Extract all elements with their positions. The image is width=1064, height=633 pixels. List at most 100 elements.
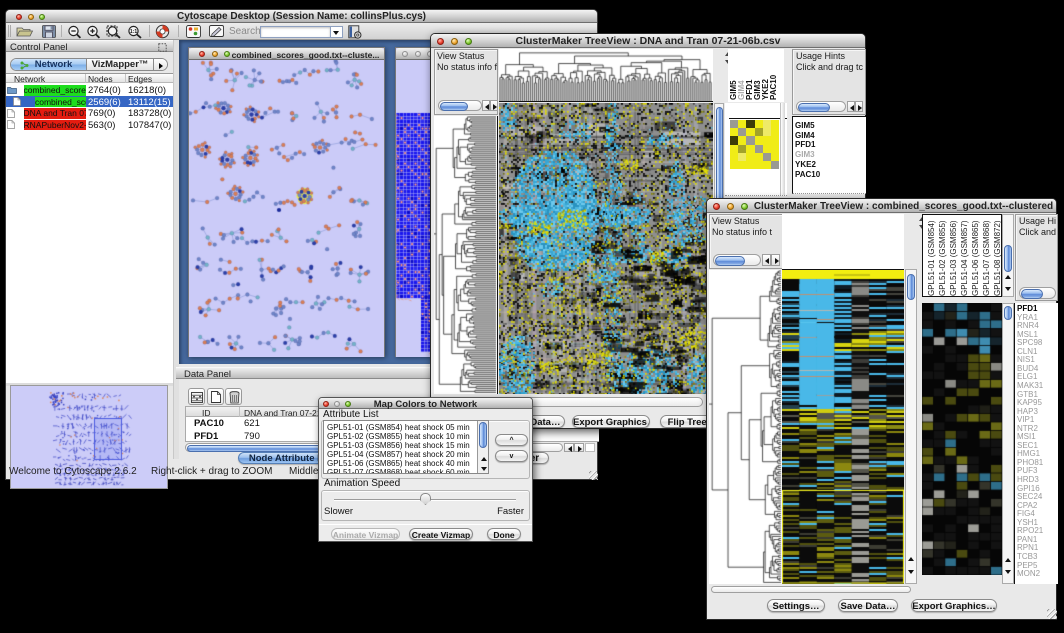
- treeview1-row-dendrogram[interactable]: [434, 116, 498, 394]
- scroll-right-button[interactable]: [855, 101, 863, 112]
- search-dropdown[interactable]: [331, 26, 343, 38]
- frame2-close-button[interactable]: [402, 51, 408, 57]
- scroll-right-button[interactable]: [771, 254, 780, 266]
- new-attribute-icon-button[interactable]: [207, 388, 224, 405]
- attribute-list-item[interactable]: GPL51-06 (GSM865) heat shock 40 min: [327, 459, 470, 468]
- treeview1-col-dendrogram[interactable]: [499, 49, 713, 102]
- tab-vizmapper[interactable]: VizMapper™: [87, 59, 153, 70]
- float-panel-icon[interactable]: [158, 43, 167, 52]
- zoom-scroll-strip[interactable]: [780, 103, 785, 195]
- matrix-cell: [771, 153, 779, 161]
- matrix-cell: [771, 120, 779, 128]
- treeview1-export-graphics-button[interactable]: Export Graphics…: [572, 415, 650, 428]
- matrix-cell: [738, 120, 746, 128]
- attribute-list-scrollbar[interactable]: [477, 421, 488, 473]
- treeview2-export-graphics-button[interactable]: Export Graphics…: [911, 599, 997, 612]
- treeview2-row-dendrogram[interactable]: [709, 270, 782, 584]
- save-icon[interactable]: [42, 25, 56, 38]
- treeview2-view-status-panel: View Status No status info t: [709, 214, 783, 269]
- scroll-left-button[interactable]: [482, 100, 490, 111]
- data-scroll-right-button[interactable]: [574, 443, 584, 452]
- treeview2-zoom-heatmap[interactable]: [922, 303, 1002, 575]
- treeview2-hscrollbar[interactable]: [711, 586, 911, 593]
- matrix-cell: [763, 128, 771, 136]
- view-status-scrollbar[interactable]: [713, 254, 761, 266]
- network-tab-icon: [20, 61, 29, 70]
- treeview2-zoom-vscrollbar[interactable]: [1002, 303, 1014, 584]
- matrix-cell: [771, 145, 779, 153]
- usage-hints-title: Usage Hints: [796, 51, 845, 62]
- network-table-row[interactable]: RNAPuberNov2+N563(0)107847(0): [6, 119, 173, 131]
- treeview1-titlebar[interactable]: ClusterMaker TreeView : DNA and Tran 07-…: [431, 34, 865, 48]
- frame1-minimize-button[interactable]: [212, 51, 218, 57]
- zoom-in-icon[interactable]: [86, 25, 101, 39]
- attribute-table-icon-button[interactable]: [188, 388, 205, 405]
- treeview1-title: ClusterMaker TreeView : DNA and Tran 07-…: [431, 35, 865, 47]
- dialog-titlebar[interactable]: Map Colors to Network: [319, 398, 532, 409]
- done-button[interactable]: Done: [487, 528, 521, 540]
- treeview2-minimize-button[interactable]: [727, 203, 734, 210]
- treeview2-collabel-vscrollbar[interactable]: [1002, 214, 1014, 297]
- annotation-icon[interactable]: [209, 25, 224, 38]
- col-label: GPL51-02 (GSM855): [937, 220, 948, 296]
- open-folder-icon[interactable]: [16, 25, 34, 38]
- zoom-fit-icon[interactable]: 1:1: [127, 25, 143, 39]
- data-scroll-left-button[interactable]: [564, 443, 574, 452]
- vizmapper-icon[interactable]: [186, 25, 201, 38]
- attribute-list-item[interactable]: GPL51-04 (GSM857) heat shock 20 min: [327, 450, 470, 459]
- treeview2-zoom-button[interactable]: [741, 203, 748, 210]
- usage-hints-scrollbar[interactable]: [1019, 287, 1056, 299]
- treeview2-heatmap-vscrollbar[interactable]: [905, 269, 917, 584]
- attribute-list-item[interactable]: GPL51-02 (GSM855) heat shock 10 min: [327, 432, 470, 441]
- search-input[interactable]: [260, 26, 331, 38]
- network-edges: 13112(15): [128, 97, 171, 108]
- scroll-right-button[interactable]: [490, 100, 498, 111]
- network-table-row[interactable]: combined_sco2569(6)13112(15): [6, 96, 173, 108]
- treeview1-zoom-heatmap[interactable]: [730, 120, 779, 169]
- delete-attribute-icon-button[interactable]: [225, 388, 242, 405]
- zoom-out-icon[interactable]: [67, 25, 82, 39]
- frame1-network-canvas[interactable]: [189, 60, 384, 357]
- treeview2-settings-button[interactable]: Settings…: [767, 599, 825, 612]
- data-col-id: ID: [202, 408, 211, 418]
- animate-vizmap-button[interactable]: Animate Vizmap: [331, 528, 400, 540]
- frame1-close-button[interactable]: [199, 51, 205, 57]
- scroll-left-button[interactable]: [762, 254, 771, 266]
- create-vizmap-button[interactable]: Create Vizmap: [409, 528, 473, 540]
- treeview2-col-dendrogram[interactable]: [782, 214, 904, 269]
- tab-network[interactable]: Network: [11, 59, 87, 70]
- usage-hints-scrollbar[interactable]: [796, 101, 846, 112]
- row-label: GIM4: [795, 131, 815, 140]
- help-ring-icon[interactable]: [155, 24, 170, 39]
- matrix-cell: [746, 161, 754, 169]
- row-value: 790: [244, 431, 260, 442]
- treeview1-heatmap[interactable]: [499, 103, 713, 394]
- move-down-button[interactable]: v: [495, 450, 528, 462]
- attribute-list-item[interactable]: GPL51-01 (GSM854) heat shock 05 min: [327, 423, 470, 432]
- tab-overflow[interactable]: [153, 59, 168, 70]
- treeview2-titlebar[interactable]: ClusterMaker TreeView : combined_scores_…: [707, 199, 1056, 213]
- network-nodes: 2569(6): [88, 97, 121, 108]
- frame1-titlebar[interactable]: combined_scores_good.txt--cluste...: [189, 48, 384, 60]
- network-table-row[interactable]: DNA and Tran 07769(0)183728(0): [6, 107, 173, 119]
- attribute-list[interactable]: GPL51-01 (GSM854) heat shock 05 minGPL51…: [323, 420, 489, 474]
- col-label: GPL51-06 (GSM865): [970, 220, 981, 296]
- matrix-cell: [746, 136, 754, 144]
- attribute-list-item[interactable]: GPL51-03 (GSM856) heat shock 15 min: [327, 441, 470, 450]
- move-up-button[interactable]: ^: [495, 434, 528, 446]
- view-status-scrollbar[interactable]: [438, 100, 482, 111]
- treeview2-heatmap[interactable]: [782, 269, 904, 584]
- network-table-row[interactable]: combined_scores_2764(0)16218(0): [6, 84, 173, 96]
- frame2-minimize-button[interactable]: [415, 51, 421, 57]
- treeview2-save-data-button[interactable]: Save Data…: [838, 599, 898, 612]
- treeview2-close-button[interactable]: [713, 203, 720, 210]
- main-resize-grip[interactable]: [589, 471, 598, 480]
- scroll-left-button[interactable]: [847, 101, 855, 112]
- zoom-selected-icon[interactable]: [106, 25, 122, 39]
- treeview2-resize-grip[interactable]: [1047, 609, 1057, 619]
- search-index-icon[interactable]: [348, 25, 362, 39]
- main-titlebar[interactable]: Cytoscape Desktop (Session Name: collins…: [6, 10, 597, 23]
- row-id: PAC10: [194, 418, 224, 429]
- attribute-list-item[interactable]: GPL51-07 (GSM868) heat shock 60 min: [327, 468, 470, 474]
- status-welcome: Welcome to Cytoscape 2.6.2: [9, 466, 137, 477]
